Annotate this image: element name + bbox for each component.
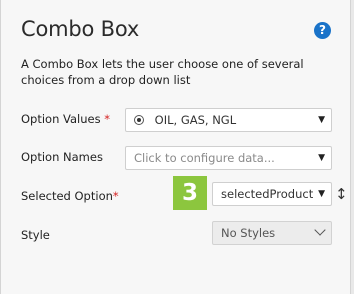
required-marker: * [104,112,111,126]
option-names-label: Option Names [21,150,103,164]
style-select[interactable]: No Styles [212,221,332,245]
step-number-badge: 3 [173,176,207,210]
option-values-label: Option Values * [21,112,110,126]
caret-down-icon: ▼ [318,189,325,199]
option-values-label-text: Option Values [21,112,101,126]
option-values-select[interactable]: OIL, GAS, NGL ▼ [125,108,332,132]
option-values-value: OIL, GAS, NGL [154,113,237,127]
selected-option-label: Selected Option* [21,189,119,203]
style-label: Style [21,228,50,242]
panel-description: A Combo Box lets the user choose one of … [21,57,304,87]
resize-handle-icon[interactable]: ↕ [335,184,348,204]
chevron-down-icon [314,224,326,236]
option-names-placeholder: Click to configure data... [134,151,275,165]
style-value: No Styles [221,226,276,240]
panel-title: Combo Box [21,17,140,41]
radio-icon [134,115,144,125]
caret-down-icon: ▼ [318,115,325,125]
selected-option-value: selectedProduct [221,187,314,201]
combo-box-properties-panel: Combo Box ? A Combo Box lets the user ch… [0,0,351,294]
caret-down-icon: ▼ [318,153,325,163]
option-names-select[interactable]: Click to configure data... ▼ [125,146,332,170]
required-marker: * [112,189,119,203]
selected-option-label-text: Selected Option [21,189,113,203]
help-icon[interactable]: ? [314,22,331,39]
style-label-text: Style [21,228,50,242]
selected-option-select[interactable]: selectedProduct ▼ [212,182,332,206]
option-names-label-text: Option Names [21,150,103,164]
